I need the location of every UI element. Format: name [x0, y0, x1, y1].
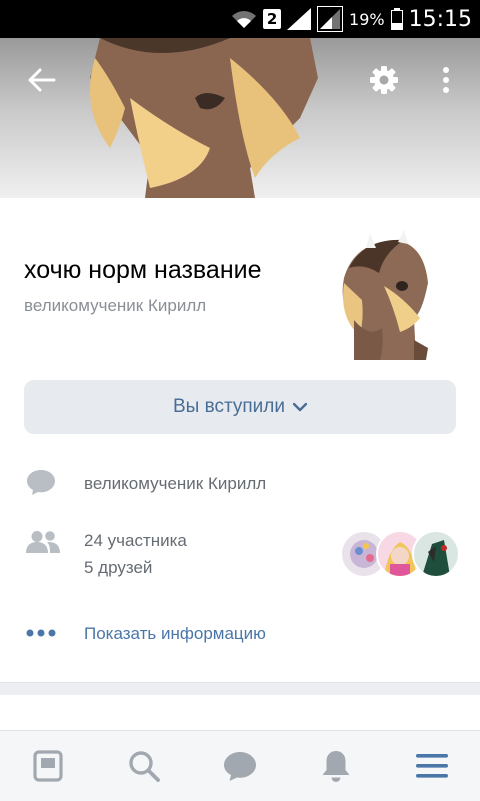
nav-news[interactable]: [18, 736, 78, 796]
sim-indicator: 2: [263, 9, 282, 29]
friends-avatars[interactable]: [340, 530, 460, 578]
group-cover: [0, 38, 480, 198]
show-info-row[interactable]: Показать информацию: [0, 616, 480, 652]
news-icon: [33, 750, 63, 782]
description-text: великомученик Кирилл: [84, 474, 267, 493]
back-arrow-icon: [28, 68, 56, 92]
battery-percent: 19%: [349, 9, 385, 29]
section-divider: [0, 682, 480, 695]
comment-icon: [27, 470, 55, 495]
settings-button[interactable]: [360, 56, 408, 104]
signal-icon: [287, 8, 312, 30]
nav-notifications[interactable]: [306, 736, 366, 796]
cover-image: [90, 38, 318, 198]
messages-icon: [224, 752, 256, 781]
nav-messages[interactable]: [210, 736, 270, 796]
joined-dropdown-button[interactable]: Вы вступили: [24, 380, 456, 434]
people-icon: [26, 531, 60, 553]
back-button[interactable]: [18, 56, 66, 104]
notifications-icon: [322, 751, 350, 782]
more-vertical-icon: [443, 67, 449, 93]
battery-icon: [390, 8, 403, 30]
joined-label: Вы вступили: [172, 396, 285, 417]
menu-icon: [416, 754, 448, 778]
wifi-icon: [232, 11, 257, 28]
clock: 15:15: [408, 6, 472, 32]
nav-search[interactable]: [114, 736, 174, 796]
friend-avatar: [412, 530, 460, 578]
show-info-link[interactable]: Показать информацию: [84, 624, 266, 644]
gear-icon: [370, 66, 398, 94]
status-bar: 2 19% 15:15: [0, 0, 480, 38]
group-admin-name[interactable]: великомученик Кирилл: [24, 296, 206, 316]
description-row: великомученик Кирилл: [0, 466, 480, 502]
chevron-down-icon: [293, 402, 307, 411]
more-button[interactable]: [422, 56, 470, 104]
signal-icon-2: [317, 6, 344, 32]
status-bar-indicators: 2 19% 15:15: [231, 0, 472, 38]
search-icon: [129, 751, 160, 782]
more-horizontal-icon: [26, 629, 56, 637]
group-title: хочю норм название: [24, 256, 262, 284]
friends-count: 5 друзей: [84, 558, 153, 577]
bottom-navigation: [0, 730, 480, 801]
group-avatar[interactable]: [324, 228, 438, 368]
members-count: 24 участника: [84, 531, 187, 550]
nav-menu[interactable]: [402, 736, 462, 796]
